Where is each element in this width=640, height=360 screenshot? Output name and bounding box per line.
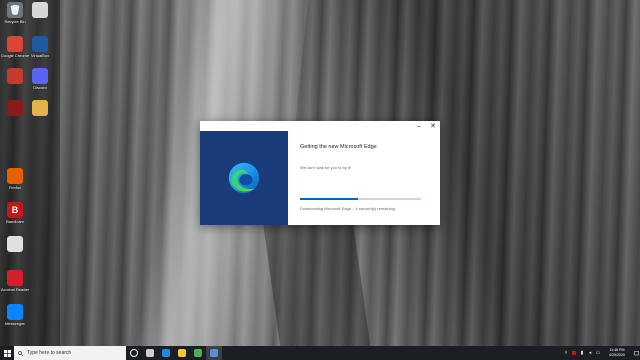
chrome-icon bbox=[194, 349, 202, 357]
recycle-bin-icon: 🗑 bbox=[7, 2, 23, 18]
app-icon bbox=[7, 68, 23, 84]
taskbar-app-button[interactable] bbox=[126, 346, 142, 360]
taskbar-app-button[interactable] bbox=[206, 346, 222, 360]
desktop-shortcut[interactable] bbox=[28, 100, 52, 130]
desktop-shortcut-label: VirtualBox bbox=[30, 53, 50, 58]
desktop-shortcut-label: Firefox bbox=[8, 185, 22, 190]
edge-installer-icon bbox=[210, 349, 218, 357]
desktop-shortcut[interactable]: Firefox bbox=[3, 168, 27, 198]
desktop-shortcut[interactable] bbox=[28, 2, 52, 32]
firefox-icon bbox=[7, 168, 23, 184]
taskbar-app-button[interactable] bbox=[190, 346, 206, 360]
desktop-shortcut-label: Discord bbox=[33, 85, 47, 90]
desktop-shortcut[interactable]: Acrobat Reader bbox=[1, 270, 30, 300]
taskbar-app-button[interactable] bbox=[142, 346, 158, 360]
discord-icon bbox=[32, 68, 48, 84]
desktop-shortcut[interactable]: B Bandicam bbox=[3, 202, 27, 232]
edge-installer-dialog: – ✕ Getting the new Microsoft Edge We ca bbox=[200, 121, 440, 225]
dialog-heading: Getting the new Microsoft Edge bbox=[300, 144, 377, 150]
dialog-titlebar: – ✕ bbox=[200, 121, 440, 131]
minimize-button[interactable]: – bbox=[412, 121, 426, 131]
disc-icon bbox=[7, 236, 23, 252]
desktop-shortcut[interactable]: Google Chrome bbox=[0, 36, 30, 66]
chevron-up-icon[interactable]: ˄ bbox=[562, 346, 570, 360]
network-icon[interactable]: ▮ bbox=[578, 346, 586, 360]
taskbar-pinned-apps bbox=[126, 346, 222, 360]
taskbar-search-box[interactable]: Type here to search bbox=[14, 346, 126, 360]
taskbar-app-button[interactable] bbox=[174, 346, 190, 360]
dialog-subtext: We can't wait for you to try it! bbox=[300, 165, 352, 170]
download-progress-bar bbox=[300, 198, 421, 200]
download-status: Downloading Microsoft Edge... 4 second(s… bbox=[300, 206, 395, 211]
system-tray: ˄ ▮ ◂ ▭ 11:46 PM 4/25/2020 bbox=[562, 346, 640, 360]
notification-icon bbox=[633, 350, 639, 355]
edge-logo-icon bbox=[228, 162, 260, 194]
acrobat-icon bbox=[7, 270, 23, 286]
document-icon bbox=[32, 2, 48, 18]
desktop-shortcut[interactable]: Messenger bbox=[3, 304, 27, 334]
app-icon bbox=[7, 100, 23, 116]
search-placeholder: Type here to search bbox=[27, 350, 72, 356]
volume-icon[interactable]: ◂ bbox=[586, 346, 594, 360]
desktop-shortcut[interactable]: 🗑 Recycle Bin bbox=[3, 2, 27, 32]
bandicam-icon: B bbox=[7, 202, 23, 218]
close-button[interactable]: ✕ bbox=[426, 121, 440, 131]
taskbar: Type here to search ˄ ▮ ◂ ▭ 11:46 PM 4/2… bbox=[0, 346, 640, 360]
search-icon bbox=[18, 350, 23, 356]
cortana-icon bbox=[130, 349, 138, 357]
virtualbox-icon bbox=[32, 36, 48, 52]
desktop-shortcut-label: Recycle Bin bbox=[4, 19, 26, 24]
desktop-shortcut[interactable]: Discord bbox=[28, 68, 52, 98]
edge-banner bbox=[200, 131, 288, 225]
start-button[interactable] bbox=[0, 346, 14, 360]
taskbar-app-button[interactable] bbox=[158, 346, 174, 360]
folder-icon bbox=[32, 100, 48, 116]
progress-fill bbox=[300, 198, 359, 200]
desktop-shortcut-label: Acrobat Reader bbox=[1, 287, 30, 292]
desktop-shortcut[interactable] bbox=[3, 68, 27, 98]
task-view-icon bbox=[146, 349, 154, 357]
messenger-icon bbox=[7, 304, 23, 320]
edge-icon bbox=[162, 349, 170, 357]
desktop-shortcut-label: Messenger bbox=[5, 321, 25, 326]
desktop-shortcut[interactable] bbox=[3, 236, 27, 266]
desktop-shortcut[interactable] bbox=[3, 100, 27, 130]
keyboard-icon[interactable]: ▭ bbox=[594, 346, 602, 360]
desktop-shortcut[interactable]: VirtualBox bbox=[28, 36, 52, 66]
windows-logo-icon bbox=[3, 349, 11, 357]
desktop-shortcut-label: Bandicam bbox=[6, 219, 24, 224]
clock-date: 4/25/2020 bbox=[609, 353, 625, 357]
clock[interactable]: 11:46 PM 4/25/2020 bbox=[602, 346, 632, 360]
dialog-content: Getting the new Microsoft Edge We can't … bbox=[300, 131, 430, 225]
chrome-icon bbox=[7, 36, 23, 52]
desktop-shortcut-label: Google Chrome bbox=[0, 53, 30, 58]
bandicam-tray-icon[interactable] bbox=[570, 346, 578, 360]
file-explorer-icon bbox=[178, 349, 186, 357]
notification-center-button[interactable] bbox=[632, 346, 640, 360]
